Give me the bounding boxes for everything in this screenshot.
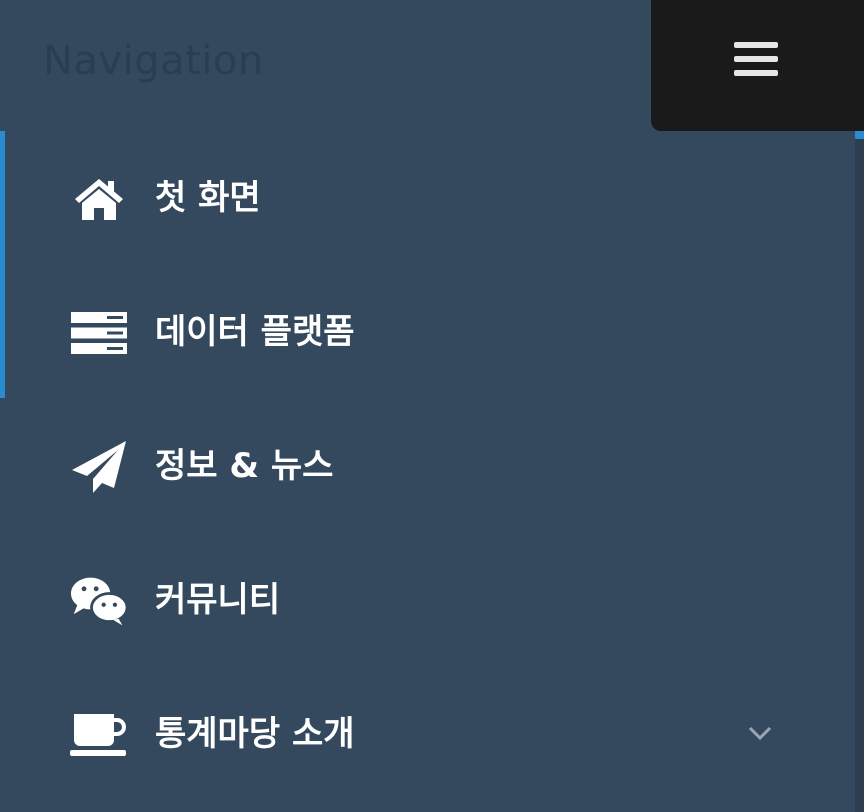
chevron-down-icon[interactable] bbox=[742, 715, 778, 751]
scrollbar[interactable] bbox=[855, 131, 864, 812]
nav-menu: 첫 화면 데이터 플랫폼 정보 & 뉴스 커뮤니티 통계마당 소개 bbox=[0, 131, 855, 801]
menu-toggle-button[interactable] bbox=[651, 0, 864, 131]
menu-item-community[interactable]: 커뮤니티 bbox=[0, 533, 855, 667]
menu-item-home[interactable]: 첫 화면 bbox=[0, 131, 855, 265]
menu-item-about[interactable]: 통계마당 소개 bbox=[0, 667, 855, 801]
menu-item-data-platform[interactable]: 데이터 플랫폼 bbox=[0, 265, 855, 399]
menu-item-label: 정보 & 뉴스 bbox=[155, 446, 334, 486]
menu-item-label: 통계마당 소개 bbox=[155, 714, 355, 754]
coffee-cup-icon bbox=[70, 707, 128, 763]
menu-item-news[interactable]: 정보 & 뉴스 bbox=[0, 399, 855, 533]
server-icon bbox=[70, 305, 128, 361]
nav-title: Navigation bbox=[43, 38, 264, 84]
home-icon bbox=[70, 171, 128, 227]
sidebar-panel: Navigation 첫 화면 데이터 플랫폼 정보 & 뉴스 커뮤니티 통계마… bbox=[0, 0, 864, 812]
menu-item-label: 커뮤니티 bbox=[155, 580, 281, 620]
menu-item-label: 첫 화면 bbox=[155, 178, 261, 218]
chat-bubbles-icon bbox=[70, 573, 128, 629]
paper-plane-icon bbox=[70, 439, 128, 495]
menu-item-label: 데이터 플랫폼 bbox=[155, 312, 355, 352]
